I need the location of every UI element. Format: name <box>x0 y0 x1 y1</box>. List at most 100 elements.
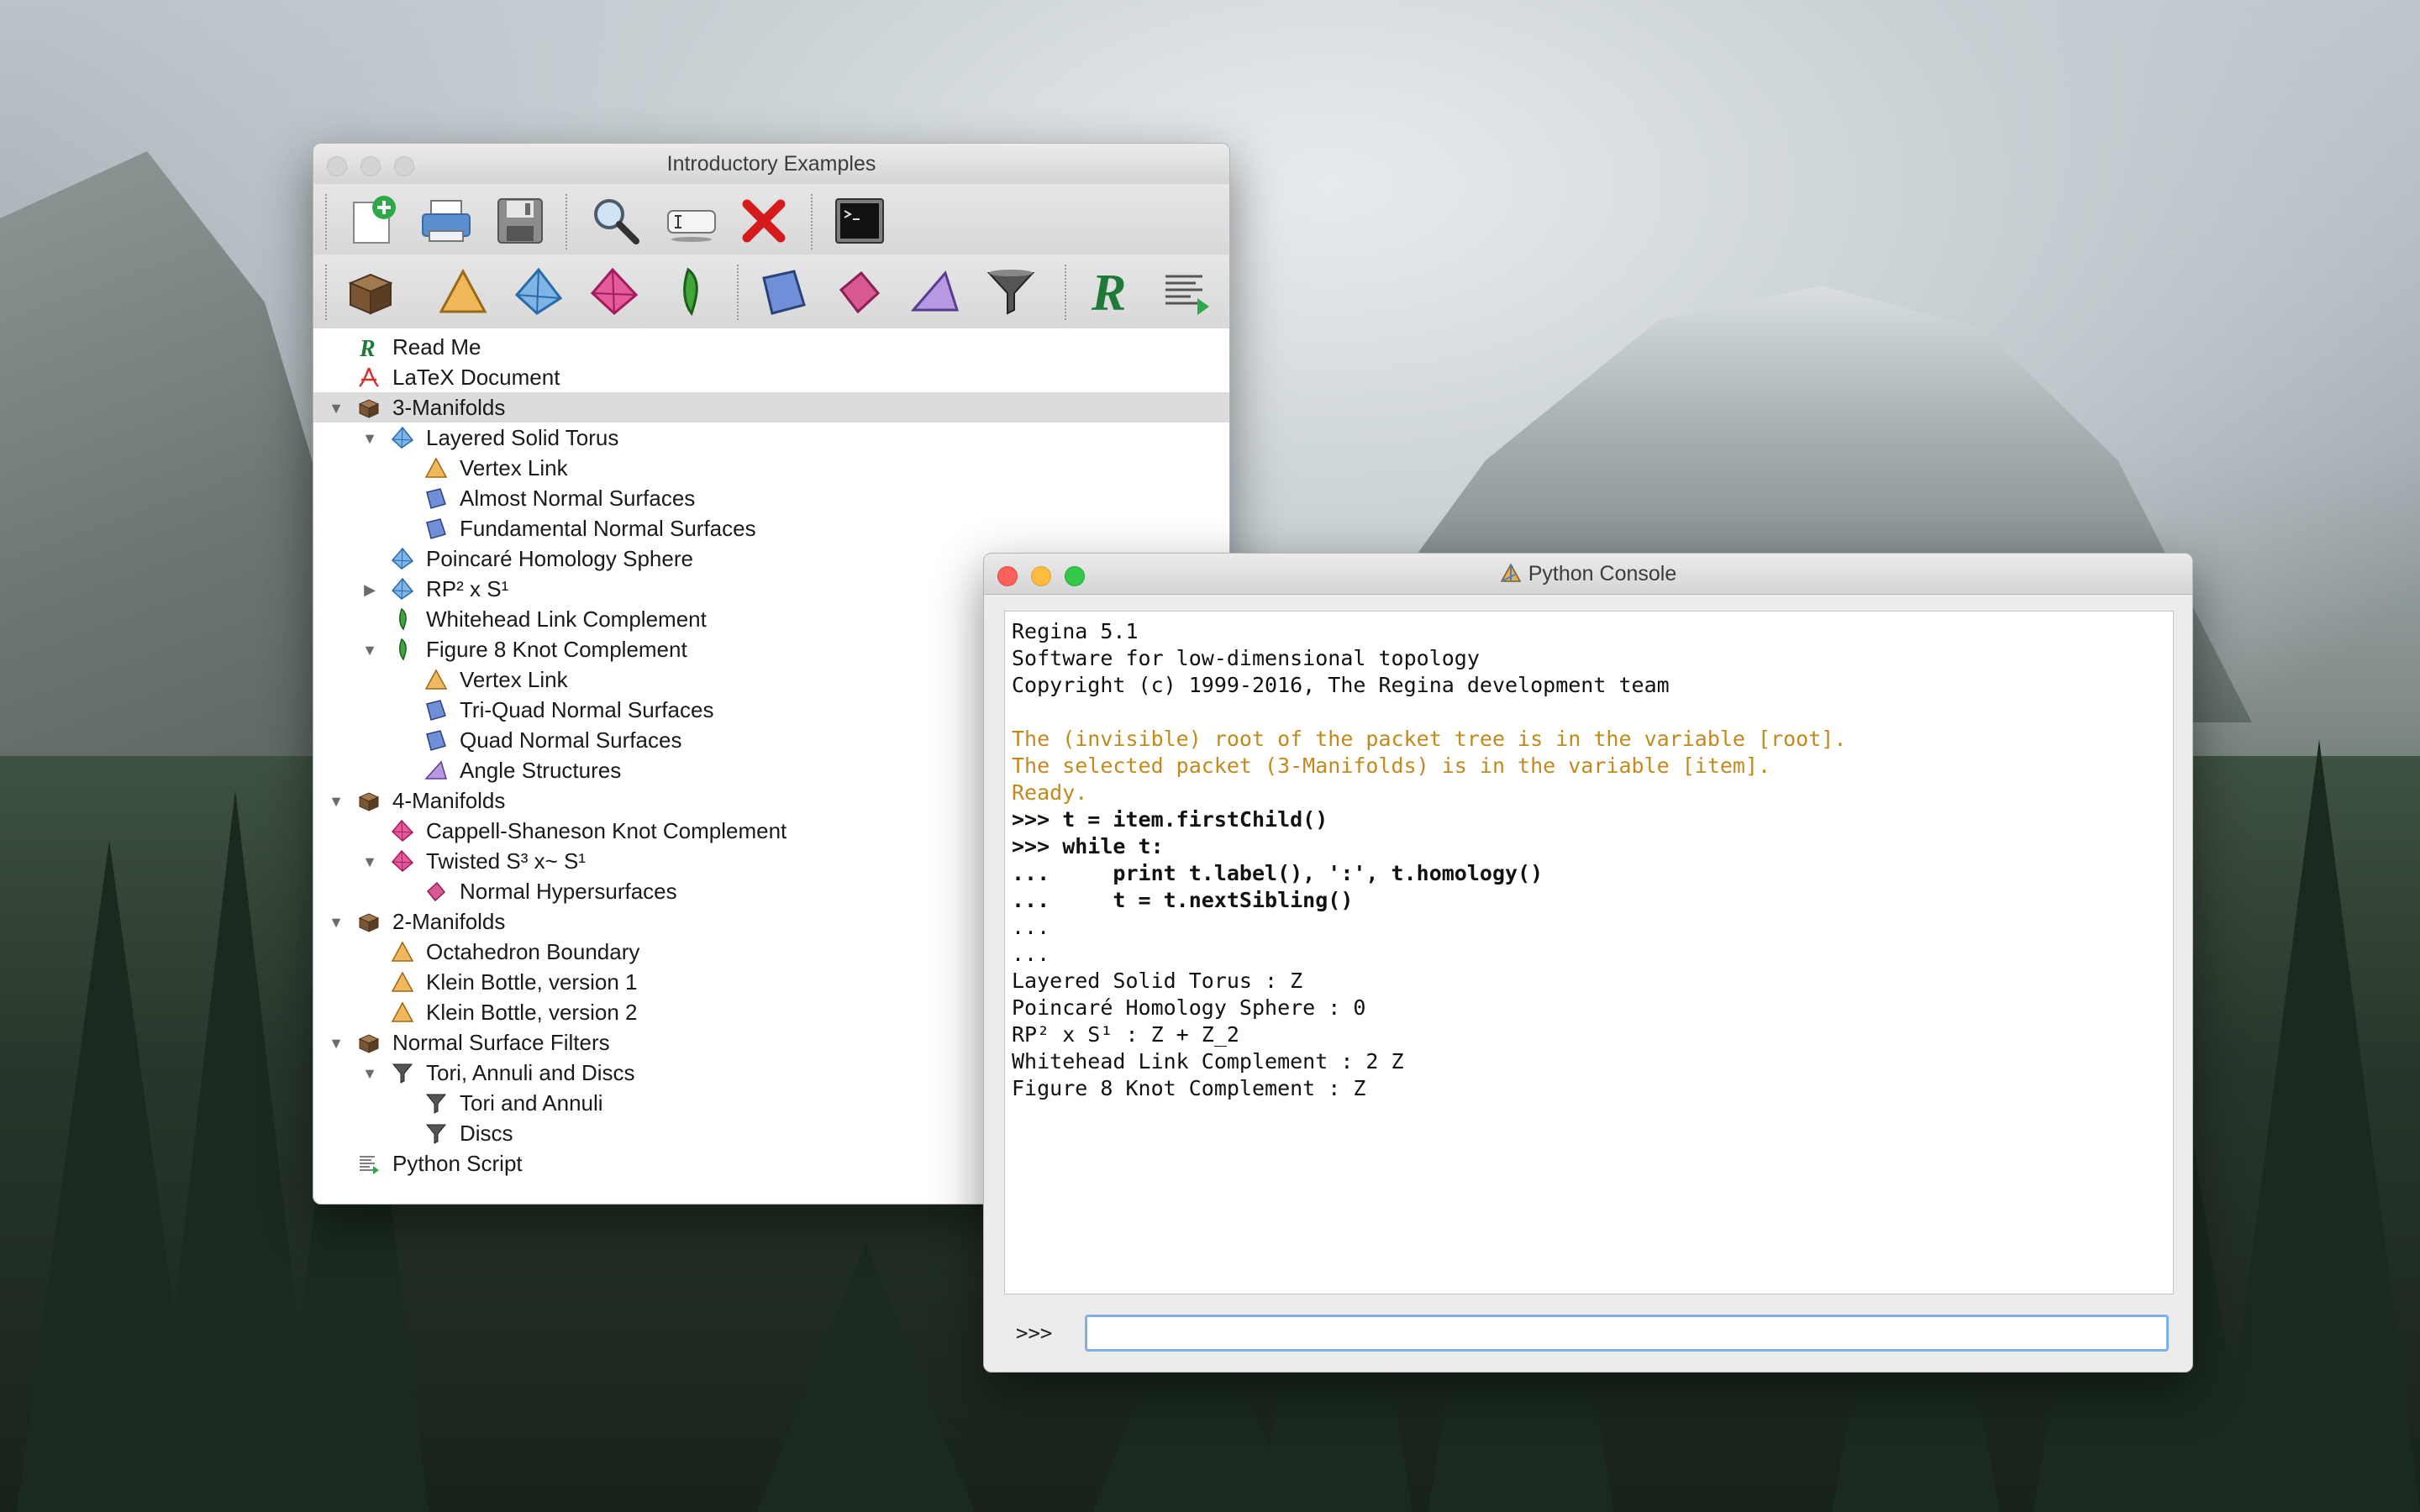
tree-item-label: Fundamental Normal Surfaces <box>460 516 756 541</box>
toolbar-separator <box>811 194 813 249</box>
2d-triangulation-icon <box>391 970 414 994</box>
console-line: Software for low-dimensional topology <box>1012 646 1480 670</box>
2d-triangulation-icon <box>439 268 487 313</box>
delete-button[interactable] <box>734 191 794 251</box>
tree-item-label: Read Me <box>392 334 481 360</box>
search-icon <box>594 199 639 244</box>
python-console-button[interactable] <box>829 191 890 251</box>
text-icon: R <box>357 335 381 362</box>
collapse-arrow-icon[interactable]: ▼ <box>327 792 345 811</box>
new-normal-hypersurfaces-button[interactable] <box>829 261 890 322</box>
collapse-arrow-icon[interactable]: ▼ <box>360 641 379 659</box>
toolbar-separator <box>1065 265 1066 320</box>
tree-item-label: Whitehead Link Complement <box>426 606 707 632</box>
python-console-window: Python Console Regina 5.1 Software for lo… <box>983 553 2193 1373</box>
console-line: Regina 5.1 <box>1012 619 1139 643</box>
console-title-text: Python Console <box>1528 562 1677 585</box>
tree-item-label: LaTeX Document <box>392 365 560 390</box>
tree-item-label: Twisted S³ x~ S¹ <box>426 848 586 874</box>
console-line: Poincaré Homology Sphere : 0 <box>1012 995 1366 1020</box>
tree-item-label: Almost Normal Surfaces <box>460 486 696 511</box>
angle-structures-icon <box>910 270 960 312</box>
new-filter-button[interactable] <box>981 261 1041 322</box>
rename-button[interactable] <box>661 191 722 251</box>
tree-item-label: Discs <box>460 1121 513 1146</box>
new-normal-surfaces-button[interactable] <box>754 261 814 322</box>
3d-triangulation-icon <box>514 267 563 315</box>
2d-triangulation-icon <box>391 1000 414 1024</box>
container-icon <box>357 396 381 419</box>
packet-toolbar: R <box>313 255 1229 329</box>
tree-item-label: Angle Structures <box>460 758 622 783</box>
search-button[interactable] <box>586 191 646 251</box>
new-angle-structures-button[interactable] <box>905 261 965 322</box>
tree-item[interactable]: ▼ Layered Solid Torus <box>313 423 1229 453</box>
console-line: ... t = t.nextSibling() <box>1012 888 1354 912</box>
2d-triangulation-icon <box>424 668 448 691</box>
container-icon <box>357 789 381 812</box>
filter-icon <box>424 1121 448 1145</box>
tree-item[interactable]: Almost Normal Surfaces <box>313 483 1229 513</box>
tree-item-label: Klein Bottle, version 2 <box>426 1000 638 1025</box>
print-button[interactable] <box>416 191 476 251</box>
console-input[interactable] <box>1085 1315 2169 1352</box>
console-line: ... <box>1012 915 1050 939</box>
tree-item-label: Figure 8 Knot Complement <box>426 637 687 662</box>
collapse-arrow-icon[interactable]: ▼ <box>360 429 379 448</box>
terminal-icon <box>835 198 884 244</box>
new-packet-button[interactable] <box>342 191 402 251</box>
collapse-arrow-icon[interactable]: ▼ <box>360 1064 379 1083</box>
collapse-arrow-icon[interactable]: ▼ <box>327 913 345 932</box>
tree-item-label: Tori and Annuli <box>460 1090 603 1116</box>
tree-item[interactable]: LaTeX Document <box>313 362 1229 392</box>
container-icon <box>348 273 393 315</box>
tree-item[interactable]: ▼ 3-Manifolds <box>313 392 1229 423</box>
new-4d-triangulation-button[interactable] <box>584 261 644 322</box>
2d-triangulation-icon <box>424 456 448 480</box>
tree-item[interactable]: R Read Me <box>313 332 1229 362</box>
container-icon <box>357 1031 381 1054</box>
svg-text:R: R <box>359 336 376 359</box>
filter-icon <box>391 1061 414 1084</box>
tree-item-label: Klein Bottle, version 1 <box>426 969 638 995</box>
console-prompt: >>> <box>1016 1321 1053 1345</box>
new-3d-triangulation-button[interactable] <box>508 261 569 322</box>
tree-item-label: Normal Surface Filters <box>392 1030 610 1055</box>
text-icon: R <box>1091 265 1126 318</box>
4d-triangulation-icon <box>391 849 414 873</box>
filter-icon <box>424 1091 448 1115</box>
tree-item[interactable]: Vertex Link <box>313 453 1229 483</box>
new-script-button[interactable] <box>1157 261 1218 322</box>
new-container-button[interactable] <box>340 261 401 322</box>
container-icon <box>357 910 381 933</box>
console-output[interactable]: Regina 5.1 Software for low-dimensional t… <box>1004 611 2174 1294</box>
console-line: The selected packet (3-Manifolds) is in … <box>1012 753 1771 778</box>
tree-item-label: 2-Manifolds <box>392 909 506 934</box>
rename-icon <box>667 210 716 242</box>
tree-item-label: Vertex Link <box>460 455 568 480</box>
console-line: Ready. <box>1012 780 1088 805</box>
expand-arrow-icon[interactable]: ▶ <box>360 580 379 599</box>
2d-triangulation-icon <box>391 940 414 963</box>
console-line: ... <box>1012 942 1050 966</box>
tree-item-label: 3-Manifolds <box>392 395 506 420</box>
main-titlebar[interactable]: Introductory Examples <box>313 144 1229 185</box>
3d-triangulation-icon <box>391 577 414 601</box>
new-text-button[interactable]: R <box>1081 261 1142 322</box>
new-snappea-button[interactable] <box>660 261 720 322</box>
tree-item-label: Vertex Link <box>460 667 568 692</box>
script-icon <box>357 1152 381 1175</box>
snappea-icon <box>391 638 414 661</box>
new-2d-triangulation-button[interactable] <box>433 261 493 322</box>
normal-surfaces-icon <box>424 517 448 540</box>
console-titlebar[interactable]: Python Console <box>984 554 2192 595</box>
normal-surfaces-icon <box>762 270 806 315</box>
tree-item[interactable]: Fundamental Normal Surfaces <box>313 513 1229 543</box>
save-button[interactable] <box>490 191 550 251</box>
collapse-arrow-icon[interactable]: ▼ <box>327 399 345 417</box>
collapse-arrow-icon[interactable]: ▼ <box>360 853 379 871</box>
tree-item-label: Poincaré Homology Sphere <box>426 546 693 571</box>
collapse-arrow-icon[interactable]: ▼ <box>327 1034 345 1053</box>
tree-item-label: Cappell-Shaneson Knot Complement <box>426 818 787 843</box>
tree-item-label: Tri-Quad Normal Surfaces <box>460 697 714 722</box>
